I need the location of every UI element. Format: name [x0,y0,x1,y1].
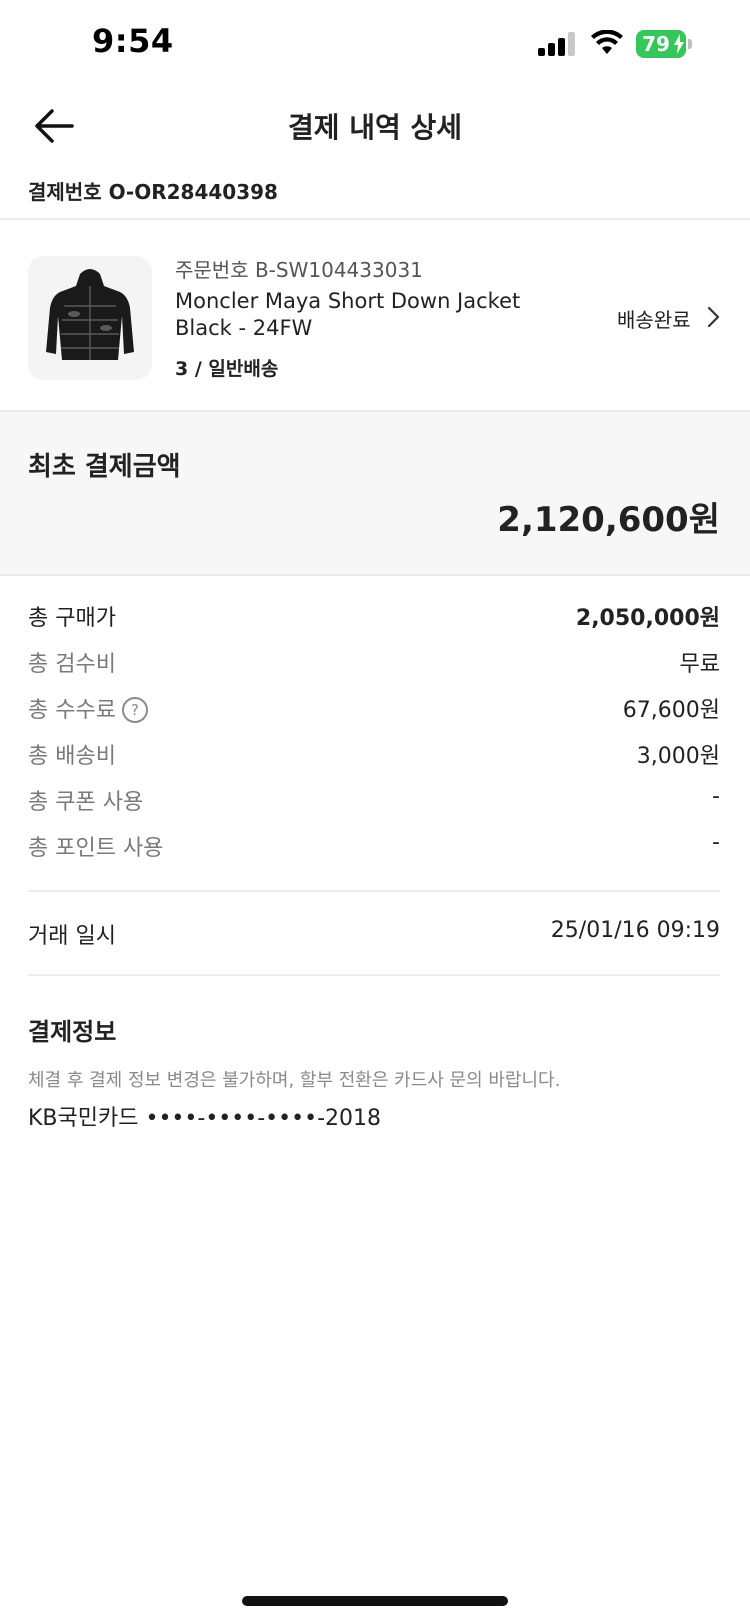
wifi-icon [591,30,623,54]
breakdown-value: - [712,784,720,809]
question-circle-icon[interactable]: ? [121,697,148,723]
divider [0,218,750,220]
transaction-label: 거래 일시 [28,924,116,949]
breakdown-row-coupon: 총 쿠폰 사용 - [28,784,720,824]
breakdown-label: 총 포인트 사용 [28,836,164,861]
battery-tip [688,39,692,49]
product-thumbnail [28,256,152,380]
breakdown-value: 2,050,000원 [575,606,720,631]
status-time: 9:54 [92,22,174,60]
breakdown-value: 67,600원 [622,698,720,723]
divider [28,890,720,892]
total-amount-value: 2,120,600원 [497,500,720,540]
breakdown-label: 총 배송비 [28,744,116,769]
breakdown-label: 총 수수료 [28,698,116,723]
battery-percent: 79 [642,32,670,56]
chevron-right-icon [707,306,720,328]
breakdown-row-purchase: 총 구매가 2,050,000원 [28,600,720,640]
total-amount-panel: 최초 결제금액 2,120,600원 [0,410,750,576]
product-name: Moncler Maya Short Down Jacket Black - 2… [175,289,521,340]
jacket-image [46,269,134,360]
breakdown-row-fee: 총 수수료? 67,600원 [28,692,720,732]
transaction-datetime-row: 거래 일시 25/01/16 09:19 [28,918,720,958]
breakdown-value: 3,000원 [636,744,720,769]
breakdown-label: 총 구매가 [28,606,116,631]
payment-info-note: 체결 후 결제 정보 변경은 불가하며, 할부 전환은 카드사 문의 바랍니다. [28,1070,561,1091]
breakdown-value: 무료 [679,652,720,677]
total-amount-label: 최초 결제금액 [28,452,181,482]
breakdown-row-points: 총 포인트 사용 - [28,830,720,870]
order-item-row[interactable]: 주문번호 B-SW104433031 Moncler Maya Short Do… [0,226,750,410]
breakdown-value: - [712,830,720,855]
status-bar: 9:54 79 [0,0,750,88]
delivery-status: 배송완료 [617,308,691,332]
divider [28,974,720,976]
breakdown-row-shipping: 총 배송비 3,000원 [28,738,720,778]
card-info: KB국민카드 ••••-••••-••••-2018 [28,1106,381,1131]
breakdown-label: 총 쿠폰 사용 [28,790,144,815]
page-title: 결제 내역 상세 [287,111,463,144]
order-number: 주문번호 B-SW104433031 [175,258,423,282]
payment-info-title: 결제정보 [28,1018,117,1046]
battery-charging-icon: 79 [636,30,692,58]
home-indicator[interactable] [242,1596,508,1606]
shipping-info: 3 / 일반배송 [175,358,279,380]
breakdown-label: 총 검수비 [28,652,116,677]
breakdown-label-wrap: 총 수수료? [28,692,148,724]
nav-bar: 결제 내역 상세 [0,88,750,176]
transaction-value: 25/01/16 09:19 [550,918,720,943]
payment-number: 결제번호 O-OR28440398 [28,180,278,204]
breakdown-row-inspection: 총 검수비 무료 [28,646,720,686]
bolt-icon [674,34,684,54]
cellular-signal-icon [538,32,575,56]
